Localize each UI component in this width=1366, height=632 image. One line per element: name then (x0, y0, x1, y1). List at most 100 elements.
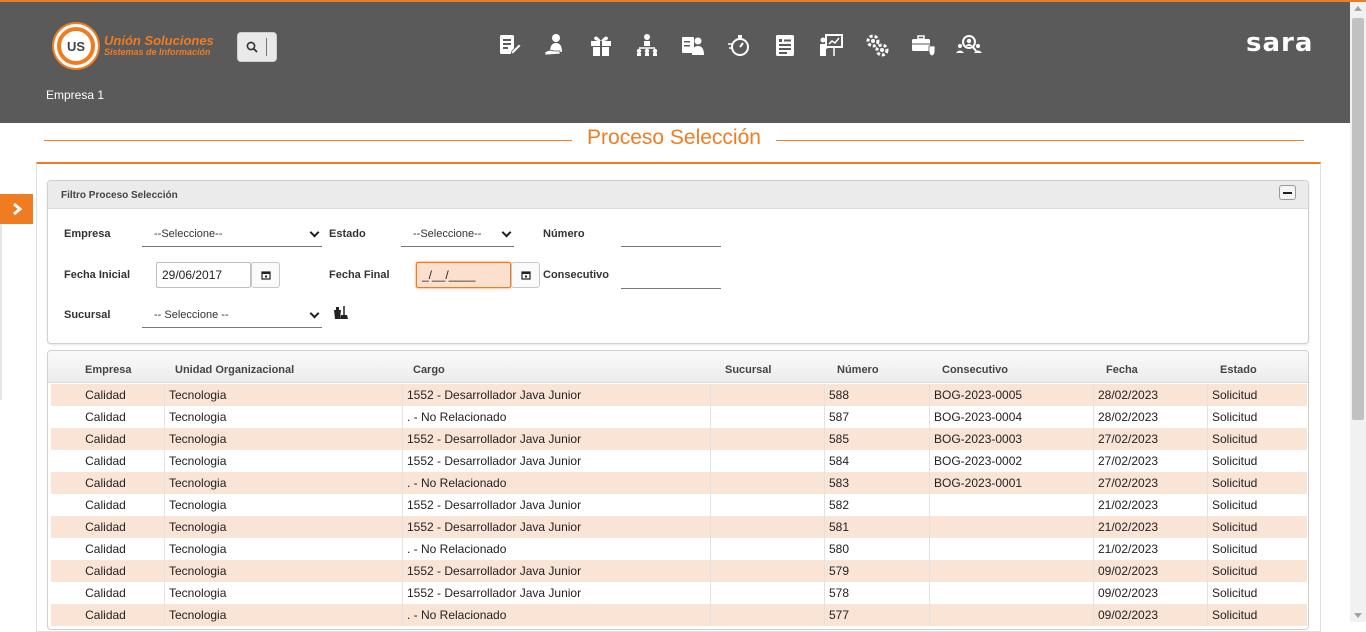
column-divider (1207, 428, 1208, 450)
group-search-icon[interactable] (946, 30, 992, 60)
list-document-icon[interactable] (762, 30, 808, 60)
cell-sucursal (715, 560, 824, 582)
column-header-numero[interactable]: Número (837, 364, 879, 376)
page-title: Proceso Selección (587, 126, 761, 149)
cell-estado: Solicitud (1212, 476, 1258, 490)
column-divider (1207, 582, 1208, 604)
column-divider (824, 384, 825, 406)
cell-estado: Solicitud (1212, 520, 1258, 534)
id-card-person-icon[interactable] (670, 30, 716, 60)
page-scrollbar[interactable] (1350, 2, 1366, 622)
presentation-icon[interactable] (808, 30, 854, 60)
cell-cargo: 1552 - Desarrollador Java Junior (407, 586, 582, 600)
table-row[interactable]: Calidad Tecnologia . - No Relacionado 583 BO… (51, 472, 1307, 494)
scroll-down-icon[interactable] (1354, 613, 1362, 618)
cell-fecha: 27/02/2023 (1098, 454, 1159, 468)
search-input-caret (266, 38, 267, 56)
numero-input[interactable] (621, 223, 721, 247)
fecha-final-calendar-button[interactable] (511, 262, 540, 288)
column-divider (1207, 494, 1208, 516)
sidebar-toggle-button[interactable] (0, 194, 33, 224)
stopwatch-icon[interactable] (716, 30, 762, 60)
cell-sucursal (715, 582, 824, 604)
column-divider (164, 384, 165, 406)
table-row[interactable]: Calidad Tecnologia 1552 - Desarrollador Ja… (51, 582, 1307, 604)
table-row[interactable]: Calidad Tecnologia 1552 - Desarrollador Ja… (51, 450, 1307, 472)
cell-consecutivo (934, 494, 1093, 516)
chevron-down-icon (309, 308, 320, 319)
cell-empresa: Calidad (85, 476, 126, 490)
calendar-icon (260, 271, 271, 280)
cell-cargo: . - No Relacionado (407, 542, 507, 556)
table-row[interactable]: Calidad Tecnologia . - No Relacionado 580 21… (51, 538, 1307, 560)
column-divider (402, 494, 403, 516)
cell-cargo: . - No Relacionado (407, 476, 507, 490)
table-header: Empresa Unidad Organizacional Cargo Sucu… (48, 351, 1308, 383)
table-body: Calidad Tecnologia 1552 - Desarrollador Ja… (51, 384, 1307, 626)
table-row[interactable]: Calidad Tecnologia . - No Relacionado 577 09… (51, 604, 1307, 626)
table-row[interactable]: Calidad Tecnologia 1552 - Desarrollador Ja… (51, 428, 1307, 450)
company-name: Empresa 1 (46, 88, 105, 102)
column-header-cargo[interactable]: Cargo (413, 364, 445, 376)
cell-empresa: Calidad (85, 542, 126, 556)
column-header-unidad[interactable]: Unidad Organizacional (175, 364, 294, 376)
document-edit-icon[interactable] (486, 30, 532, 60)
filter-panel: Filtro Proceso Selección Empresa --Selec… (47, 180, 1309, 344)
fecha-inicial-input[interactable]: 29/06/2017 (156, 262, 251, 288)
search-button[interactable] (237, 32, 277, 62)
column-header-estado[interactable]: Estado (1220, 364, 1257, 376)
fecha-final-input[interactable]: _/__/____ (416, 262, 511, 288)
cell-sucursal (715, 428, 824, 450)
column-header-sucursal[interactable]: Sucursal (725, 364, 771, 376)
cell-numero: 580 (829, 542, 850, 556)
cell-cargo: 1552 - Desarrollador Java Junior (407, 520, 582, 534)
briefcase-shield-icon[interactable] (900, 30, 946, 60)
estado-select[interactable]: --Seleccione-- (401, 221, 514, 247)
table-row[interactable]: Calidad Tecnologia 1552 - Desarrollador Ja… (51, 516, 1307, 538)
column-divider (1093, 604, 1094, 626)
table-row[interactable]: Calidad Tecnologia 1552 - Desarrollador Ja… (51, 560, 1307, 582)
fecha-inicial-calendar-button[interactable] (251, 262, 280, 288)
table-row[interactable]: Calidad Tecnologia 1552 - Desarrollador Ja… (51, 494, 1307, 516)
column-divider (164, 450, 165, 472)
empresa-select-value: --Seleccione-- (154, 227, 223, 240)
org-chart-icon[interactable] (624, 30, 670, 60)
fecha-inicial-label: Fecha Inicial (64, 269, 131, 281)
person-hand-icon[interactable] (532, 30, 578, 60)
scroll-up-icon[interactable] (1354, 6, 1362, 11)
collapse-button[interactable] (1279, 185, 1296, 200)
cell-empresa: Calidad (85, 454, 126, 468)
cell-empresa: Calidad (85, 564, 126, 578)
clear-filter-icon[interactable] (333, 305, 349, 325)
column-divider (164, 582, 165, 604)
column-divider (1093, 560, 1094, 582)
cell-unidad: Tecnologia (169, 432, 227, 446)
scroll-thumb[interactable] (1352, 18, 1364, 420)
gift-icon[interactable] (578, 30, 624, 60)
sucursal-select[interactable]: -- Seleccione -- (142, 302, 322, 328)
app-header: US Unión Soluciones Sistemas de Informac… (0, 2, 1350, 123)
consecutivo-input[interactable] (621, 265, 721, 289)
empresa-select[interactable]: --Seleccione-- (142, 221, 322, 247)
calendar-icon (520, 271, 531, 280)
cell-numero: 578 (829, 586, 850, 600)
column-header-empresa[interactable]: Empresa (85, 364, 131, 376)
cell-unidad: Tecnologia (169, 498, 227, 512)
cell-sucursal (715, 494, 824, 516)
column-header-fecha[interactable]: Fecha (1106, 364, 1138, 376)
gears-icon[interactable] (854, 30, 900, 60)
table-row[interactable]: Calidad Tecnologia . - No Relacionado 587 BO… (51, 406, 1307, 428)
column-header-consecutivo[interactable]: Consecutivo (942, 364, 1008, 376)
column-divider (929, 538, 930, 560)
column-divider (710, 582, 711, 604)
cell-empresa: Calidad (85, 410, 126, 424)
column-divider (164, 604, 165, 626)
cell-consecutivo (934, 582, 1093, 604)
column-divider (824, 406, 825, 428)
cell-unidad: Tecnologia (169, 388, 227, 402)
chevron-down-icon (501, 227, 512, 238)
chevron-right-icon (12, 202, 22, 216)
table-row[interactable]: Calidad Tecnologia 1552 - Desarrollador Ja… (51, 384, 1307, 406)
union-soluciones-logo[interactable]: US Unión Soluciones Sistemas de Informac… (54, 24, 214, 68)
column-divider (929, 384, 930, 406)
